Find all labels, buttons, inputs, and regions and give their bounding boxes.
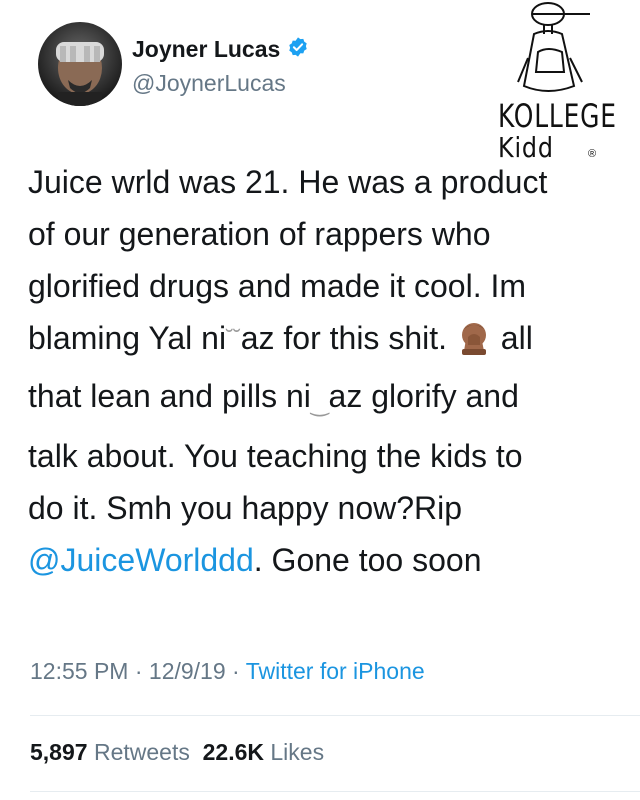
retweets-count: 5,897 [30, 739, 88, 765]
tweet-text: Juice wrld was 21. He was a product of o… [28, 156, 618, 586]
tweet-line: talk about. You teaching the kids to [28, 438, 523, 474]
tweet-text-fragment: blaming Yal ni [28, 320, 227, 356]
tweet-text-fragment: az for this shit. [240, 320, 447, 356]
tweet-date[interactable]: 12/9/19 [149, 658, 226, 684]
tweet-line: of our generation of rappers who [28, 216, 491, 252]
divider [30, 715, 640, 716]
verified-badge-icon [287, 36, 309, 63]
tweet-text-fragment: all [500, 320, 533, 356]
retweets-stat[interactable]: 5,897 Retweets [30, 739, 190, 765]
avatar[interactable] [38, 22, 122, 106]
tweet-meta: 12:55 PM · 12/9/19 · Twitter for iPhone [30, 658, 425, 685]
facepalm-emoji-icon [456, 318, 492, 370]
meta-separator: · [134, 658, 143, 684]
tweet-text-fragment: az glorify and [328, 378, 519, 414]
tweet-stats: 5,897 Retweets 22.6K Likes [30, 739, 324, 766]
likes-count: 22.6K [202, 739, 264, 765]
kollege-kidd-watermark: KOLLEGE Kidd ® [488, 0, 638, 172]
mention-link[interactable]: @JuiceWorlddd [28, 542, 254, 578]
likes-label: Likes [270, 739, 325, 765]
tweet-text-fragment: . Gone too soon [253, 542, 482, 578]
tweet-header: Joyner Lucas @JoynerLucas [38, 22, 438, 112]
author-handle[interactable]: @JoynerLucas [132, 70, 286, 97]
tweet-time[interactable]: 12:55 PM [30, 658, 128, 684]
likes-stat[interactable]: 22.6K Likes [203, 739, 324, 765]
divider [30, 791, 640, 792]
tweet-text-fragment: that lean and pills ni [28, 378, 311, 414]
tweet-line: blaming Yal ni˘˘az for this shit. all [28, 312, 618, 370]
tweet-source-link[interactable]: Twitter for iPhone [246, 658, 425, 684]
tweet-line: that lean and pills ni‿az glorify and [28, 378, 519, 416]
tweet-line: @JuiceWorlddd. Gone too soon [28, 534, 618, 586]
retweets-label: Retweets [93, 739, 190, 765]
author-name[interactable]: Joyner Lucas [132, 36, 280, 63]
watermark-line1: KOLLEGE [498, 97, 617, 135]
tweet-line: Juice wrld was 21. He was a product [28, 164, 548, 200]
meta-separator: · [232, 658, 240, 684]
tweet-line: glorified drugs and made it cool. Im [28, 268, 527, 304]
tweet-line: do it. Smh you happy now?Rip [28, 490, 463, 526]
